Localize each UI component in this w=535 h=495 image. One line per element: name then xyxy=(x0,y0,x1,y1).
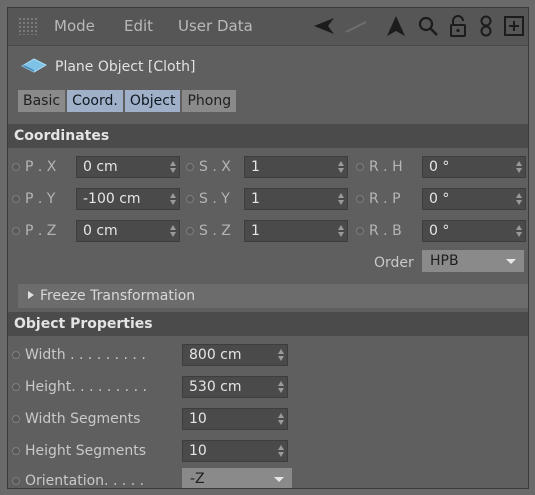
param-rot-h: R . H xyxy=(356,156,403,178)
tab-bar: Basic Coord. Object Phong xyxy=(18,90,238,112)
triangle-right-icon xyxy=(28,291,34,299)
param-pos-x: P . X xyxy=(12,156,56,178)
keyframe-toggle-icon[interactable] xyxy=(12,477,20,485)
keyframe-toggle-icon[interactable] xyxy=(186,195,194,203)
stepper-icon xyxy=(278,413,284,425)
attribute-manager: Mode Edit User Data Plane Object [Cloth] xyxy=(7,7,529,489)
stepper-icon xyxy=(516,225,522,237)
tab-phong[interactable]: Phong xyxy=(182,90,237,112)
param-scale-z: S . Z xyxy=(186,220,231,242)
width-input[interactable]: 800 cm xyxy=(182,344,288,366)
keyframe-toggle-icon[interactable] xyxy=(186,227,194,235)
param-rot-p: R . P xyxy=(356,188,401,210)
keyframe-toggle-icon[interactable] xyxy=(12,447,20,455)
menu-bar: Mode Edit User Data xyxy=(8,8,528,46)
tab-object[interactable]: Object xyxy=(124,90,181,112)
menu-edit[interactable]: Edit xyxy=(124,17,153,35)
keyframe-toggle-icon[interactable] xyxy=(12,163,20,171)
keyframe-toggle-icon[interactable] xyxy=(12,415,20,423)
tab-basic[interactable]: Basic xyxy=(18,90,66,112)
back-arrow-icon[interactable] xyxy=(312,14,336,38)
param-rot-b: R . B xyxy=(356,220,402,242)
new-panel-icon[interactable] xyxy=(502,14,526,38)
rot-p-input[interactable]: 0 ° xyxy=(422,188,526,210)
stepper-icon xyxy=(170,225,176,237)
search-icon[interactable] xyxy=(416,14,440,38)
stepper-icon xyxy=(278,381,284,393)
keyframe-toggle-icon[interactable] xyxy=(356,195,364,203)
stepper-icon xyxy=(338,225,344,237)
stepper-icon xyxy=(170,193,176,205)
param-orientation: Orientation. . . . . xyxy=(12,470,144,488)
param-scale-y: S . Y xyxy=(186,188,230,210)
grip-handle-icon[interactable] xyxy=(18,17,38,35)
height-input[interactable]: 530 cm xyxy=(182,376,288,398)
pos-z-input[interactable]: 0 cm xyxy=(76,220,180,242)
stepper-icon xyxy=(278,349,284,361)
param-scale-x: S . X xyxy=(186,156,231,178)
tab-coord[interactable]: Coord. xyxy=(67,90,123,112)
chevron-down-icon xyxy=(274,477,284,482)
scale-y-input[interactable]: 1 xyxy=(244,188,348,210)
pos-x-input[interactable]: 0 cm xyxy=(76,156,180,178)
order-label: Order xyxy=(374,255,414,271)
param-height-segments: Height Segments xyxy=(12,440,146,462)
height-segments-input[interactable]: 10 xyxy=(182,440,288,462)
width-segments-input[interactable]: 10 xyxy=(182,408,288,430)
forward-arrow-icon[interactable] xyxy=(344,14,368,38)
menu-user-data[interactable]: User Data xyxy=(178,17,253,35)
order-dropdown[interactable]: HPB xyxy=(422,250,524,272)
keyframe-toggle-icon[interactable] xyxy=(186,163,194,171)
link-icon[interactable] xyxy=(474,14,498,38)
object-title: Plane Object [Cloth] xyxy=(20,56,421,78)
stepper-icon xyxy=(516,161,522,173)
keyframe-toggle-icon[interactable] xyxy=(12,195,20,203)
scale-z-input[interactable]: 1 xyxy=(244,220,348,242)
rot-h-input[interactable]: 0 ° xyxy=(422,156,526,178)
keyframe-toggle-icon[interactable] xyxy=(356,227,364,235)
keyframe-toggle-icon[interactable] xyxy=(12,351,20,359)
stepper-icon xyxy=(278,445,284,457)
coordinates-header[interactable]: Coordinates xyxy=(8,124,528,148)
freeze-transformation-toggle[interactable]: Freeze Transformation xyxy=(18,284,528,308)
param-height: Height. . . . . . . . . xyxy=(12,376,147,398)
keyframe-toggle-icon[interactable] xyxy=(356,163,364,171)
pos-y-input[interactable]: -100 cm xyxy=(76,188,180,210)
param-pos-z: P . Z xyxy=(12,220,56,242)
keyframe-toggle-icon[interactable] xyxy=(12,227,20,235)
plane-icon xyxy=(20,57,48,77)
param-width: Width . . . . . . . . . xyxy=(12,344,146,366)
chevron-down-icon xyxy=(506,259,516,264)
object-title-label: Plane Object [Cloth] xyxy=(55,59,196,75)
orientation-dropdown[interactable]: -Z xyxy=(182,468,292,488)
param-width-segments: Width Segments xyxy=(12,408,140,430)
keyframe-toggle-icon[interactable] xyxy=(12,383,20,391)
rot-b-input[interactable]: 0 ° xyxy=(422,220,526,242)
pointer-icon[interactable] xyxy=(384,14,408,38)
stepper-icon xyxy=(338,161,344,173)
scale-x-input[interactable]: 1 xyxy=(244,156,348,178)
object-properties-header[interactable]: Object Properties xyxy=(8,312,528,336)
param-pos-y: P . Y xyxy=(12,188,55,210)
stepper-icon xyxy=(516,193,522,205)
lock-icon[interactable] xyxy=(446,14,470,38)
stepper-icon xyxy=(338,193,344,205)
menu-mode[interactable]: Mode xyxy=(54,17,95,35)
stepper-icon xyxy=(170,161,176,173)
